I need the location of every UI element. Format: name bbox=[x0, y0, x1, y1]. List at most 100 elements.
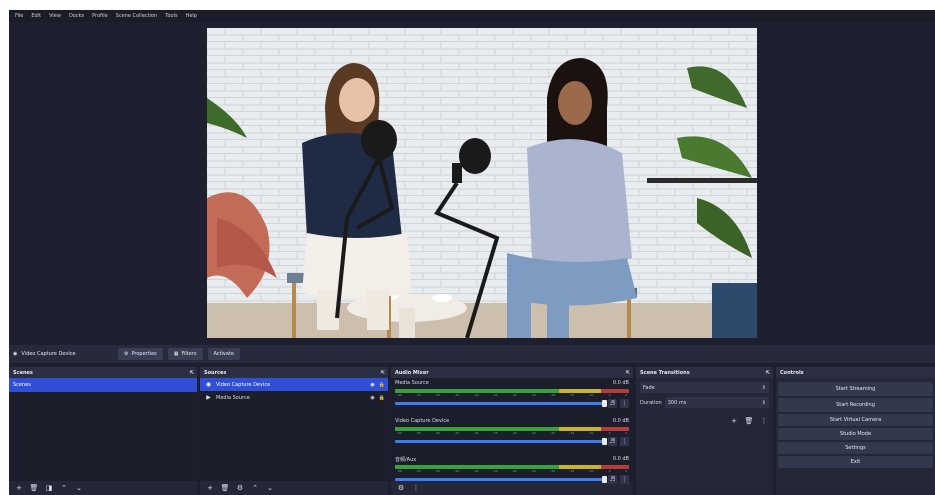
audio-mixer-title: Audio Mixer bbox=[395, 369, 429, 376]
filters-button[interactable]: ▦ Filters bbox=[167, 348, 203, 360]
remove-transition-icon[interactable]: 🗑 bbox=[744, 416, 754, 426]
dock-undock-icon[interactable]: ⇱ bbox=[190, 370, 194, 376]
source-item[interactable]: ◉ Video Capture Device ◉ 🔒 bbox=[200, 378, 388, 391]
add-source-icon[interactable]: + bbox=[205, 483, 215, 493]
move-down-icon[interactable]: ⌄ bbox=[74, 483, 84, 493]
source-item[interactable]: ▶ Media Source ◉ 🔒 bbox=[200, 391, 388, 404]
remove-source-icon[interactable]: 🗑 bbox=[220, 483, 230, 493]
scenes-toolbar: + 🗑 ◨ ⌃ ⌄ bbox=[9, 481, 197, 495]
play-icon: ▶ bbox=[206, 394, 211, 401]
meter-tick: 0 bbox=[624, 469, 627, 473]
properties-button[interactable]: ⚙ Properties bbox=[118, 348, 163, 360]
scene-item-label: Scenes bbox=[13, 382, 31, 388]
advanced-audio-icon[interactable]: ⚙ bbox=[396, 483, 406, 493]
controls-dock: Controls Start Streaming Start Recording… bbox=[776, 367, 935, 495]
duration-label: Duration bbox=[640, 399, 662, 406]
audio-mixer-dock: Audio Mixer ⇱ Media Source 0.0 dB -60 -55… bbox=[391, 367, 633, 495]
meter-tick: -20 bbox=[550, 469, 556, 473]
dock-undock-icon[interactable]: ⇱ bbox=[381, 370, 385, 376]
move-down-icon[interactable]: ⌄ bbox=[265, 483, 275, 493]
menu-file[interactable]: File bbox=[11, 13, 27, 19]
channel-db: 0.0 dB bbox=[612, 418, 629, 424]
speaker-icon[interactable]: ♬ bbox=[608, 437, 617, 446]
source-properties-icon[interactable]: ⚙ bbox=[235, 483, 245, 493]
scene-item[interactable]: Scenes bbox=[9, 378, 197, 392]
channel-menu-icon[interactable]: ⋮ bbox=[620, 437, 629, 446]
preview-canvas[interactable] bbox=[207, 28, 757, 338]
filters-label: Filters bbox=[181, 351, 197, 357]
channel-name: Media Source bbox=[395, 380, 429, 386]
volume-meter bbox=[395, 465, 629, 469]
meter-ticks: -60 -55 -50 -45 -40 -35 -30 -25 -20 -15 -10 -5 0 bbox=[395, 469, 629, 474]
move-up-icon[interactable]: ⌃ bbox=[250, 483, 260, 493]
start-recording-button[interactable]: Start Recording bbox=[778, 398, 933, 412]
slider-handle[interactable] bbox=[602, 438, 607, 445]
meter-tick: -40 bbox=[473, 431, 479, 435]
menu-docks[interactable]: Docks bbox=[65, 13, 88, 19]
lock-icon[interactable]: 🔒 bbox=[379, 395, 385, 401]
meter-tick: -15 bbox=[569, 469, 575, 473]
start-virtual-camera-button[interactable]: Start Virtual Camera bbox=[778, 414, 933, 426]
meter-tick: -55 bbox=[416, 393, 422, 397]
lock-icon[interactable]: 🔒 bbox=[379, 382, 385, 388]
channel-db: 0.0 dB bbox=[612, 380, 629, 386]
audio-mixer-header: Audio Mixer ⇱ bbox=[391, 367, 633, 378]
eye-icon[interactable]: ◉ bbox=[370, 382, 374, 388]
speaker-icon[interactable]: ♬ bbox=[608, 399, 617, 408]
exit-button[interactable]: Exit bbox=[778, 456, 933, 468]
menu-help[interactable]: Help bbox=[182, 13, 201, 19]
menu-profile[interactable]: Profile bbox=[88, 13, 112, 19]
filter-icon: ▦ bbox=[173, 351, 179, 357]
menu-edit[interactable]: Edit bbox=[27, 13, 45, 19]
meter-tick: -5 bbox=[607, 393, 611, 397]
duration-input[interactable]: 300 ms ⇕ bbox=[664, 397, 769, 408]
dock-undock-icon[interactable]: ⇱ bbox=[766, 370, 770, 376]
source-item-label: Video Capture Device bbox=[216, 381, 271, 388]
add-scene-icon[interactable]: + bbox=[14, 483, 24, 493]
context-source-name: Video Capture Device bbox=[21, 351, 76, 357]
meter-ticks: -60 -55 -50 -45 -40 -35 -30 -25 -20 -15 -10 -5 0 bbox=[395, 393, 629, 398]
meter-tick: -5 bbox=[607, 469, 611, 473]
stepper-icon[interactable]: ⇕ bbox=[762, 400, 766, 406]
scene-transitions-header: Scene Transitions ⇱ bbox=[636, 367, 773, 378]
camera-icon: ◉ bbox=[13, 351, 18, 357]
menu-bar: File Edit View Docks Profile Scene Colle… bbox=[9, 10, 935, 22]
menu-tools[interactable]: Tools bbox=[161, 13, 181, 19]
volume-slider[interactable] bbox=[395, 400, 607, 407]
dock-undock-icon[interactable]: ⇱ bbox=[626, 370, 630, 376]
properties-label: Properties bbox=[131, 351, 157, 357]
obs-window: File Edit View Docks Profile Scene Colle… bbox=[9, 10, 935, 495]
channel-menu-icon[interactable]: ⋮ bbox=[620, 399, 629, 408]
add-transition-icon[interactable]: + bbox=[729, 416, 739, 426]
start-streaming-button[interactable]: Start Streaming bbox=[778, 382, 933, 396]
settings-button[interactable]: Settings bbox=[778, 442, 933, 454]
slider-handle[interactable] bbox=[602, 400, 607, 407]
remove-scene-icon[interactable]: 🗑 bbox=[29, 483, 39, 493]
meter-tick: -15 bbox=[569, 431, 575, 435]
scene-transitions-title: Scene Transitions bbox=[640, 369, 690, 376]
mixer-channel: Video Capture Device 0.0 dB -60 -55 -50 -45… bbox=[391, 416, 633, 454]
scene-filters-icon[interactable]: ◨ bbox=[44, 483, 54, 493]
sources-list: ◉ Video Capture Device ◉ 🔒 ▶ Media Sourc… bbox=[200, 378, 388, 481]
meter-tick: -5 bbox=[607, 431, 611, 435]
volume-slider[interactable] bbox=[395, 438, 607, 445]
camera-icon: ◉ bbox=[205, 381, 212, 388]
scenes-title: Scenes bbox=[13, 369, 33, 376]
menu-scene-collection[interactable]: Scene Collection bbox=[112, 13, 162, 19]
fader-row: ♬ ⋮ bbox=[395, 437, 629, 446]
menu-view[interactable]: View bbox=[45, 13, 65, 19]
meter-tick: -10 bbox=[588, 469, 594, 473]
studio-mode-button[interactable]: Studio Mode bbox=[778, 428, 933, 440]
volume-meter bbox=[395, 389, 629, 393]
context-source: ◉ Video Capture Device bbox=[13, 351, 113, 357]
activate-button[interactable]: Activate bbox=[207, 348, 240, 360]
move-up-icon[interactable]: ⌃ bbox=[59, 483, 69, 493]
meter-tick: -25 bbox=[531, 393, 536, 397]
meter-tick: -30 bbox=[511, 393, 517, 397]
meter-tick: -35 bbox=[492, 469, 498, 473]
preview-area bbox=[9, 22, 935, 352]
eye-icon[interactable]: ◉ bbox=[370, 395, 374, 401]
mixer-menu-icon[interactable]: ⋮ bbox=[411, 483, 421, 493]
transition-menu-icon[interactable]: ⋮ bbox=[759, 416, 769, 426]
transition-type-select[interactable]: Fade ⇕ bbox=[640, 382, 769, 393]
